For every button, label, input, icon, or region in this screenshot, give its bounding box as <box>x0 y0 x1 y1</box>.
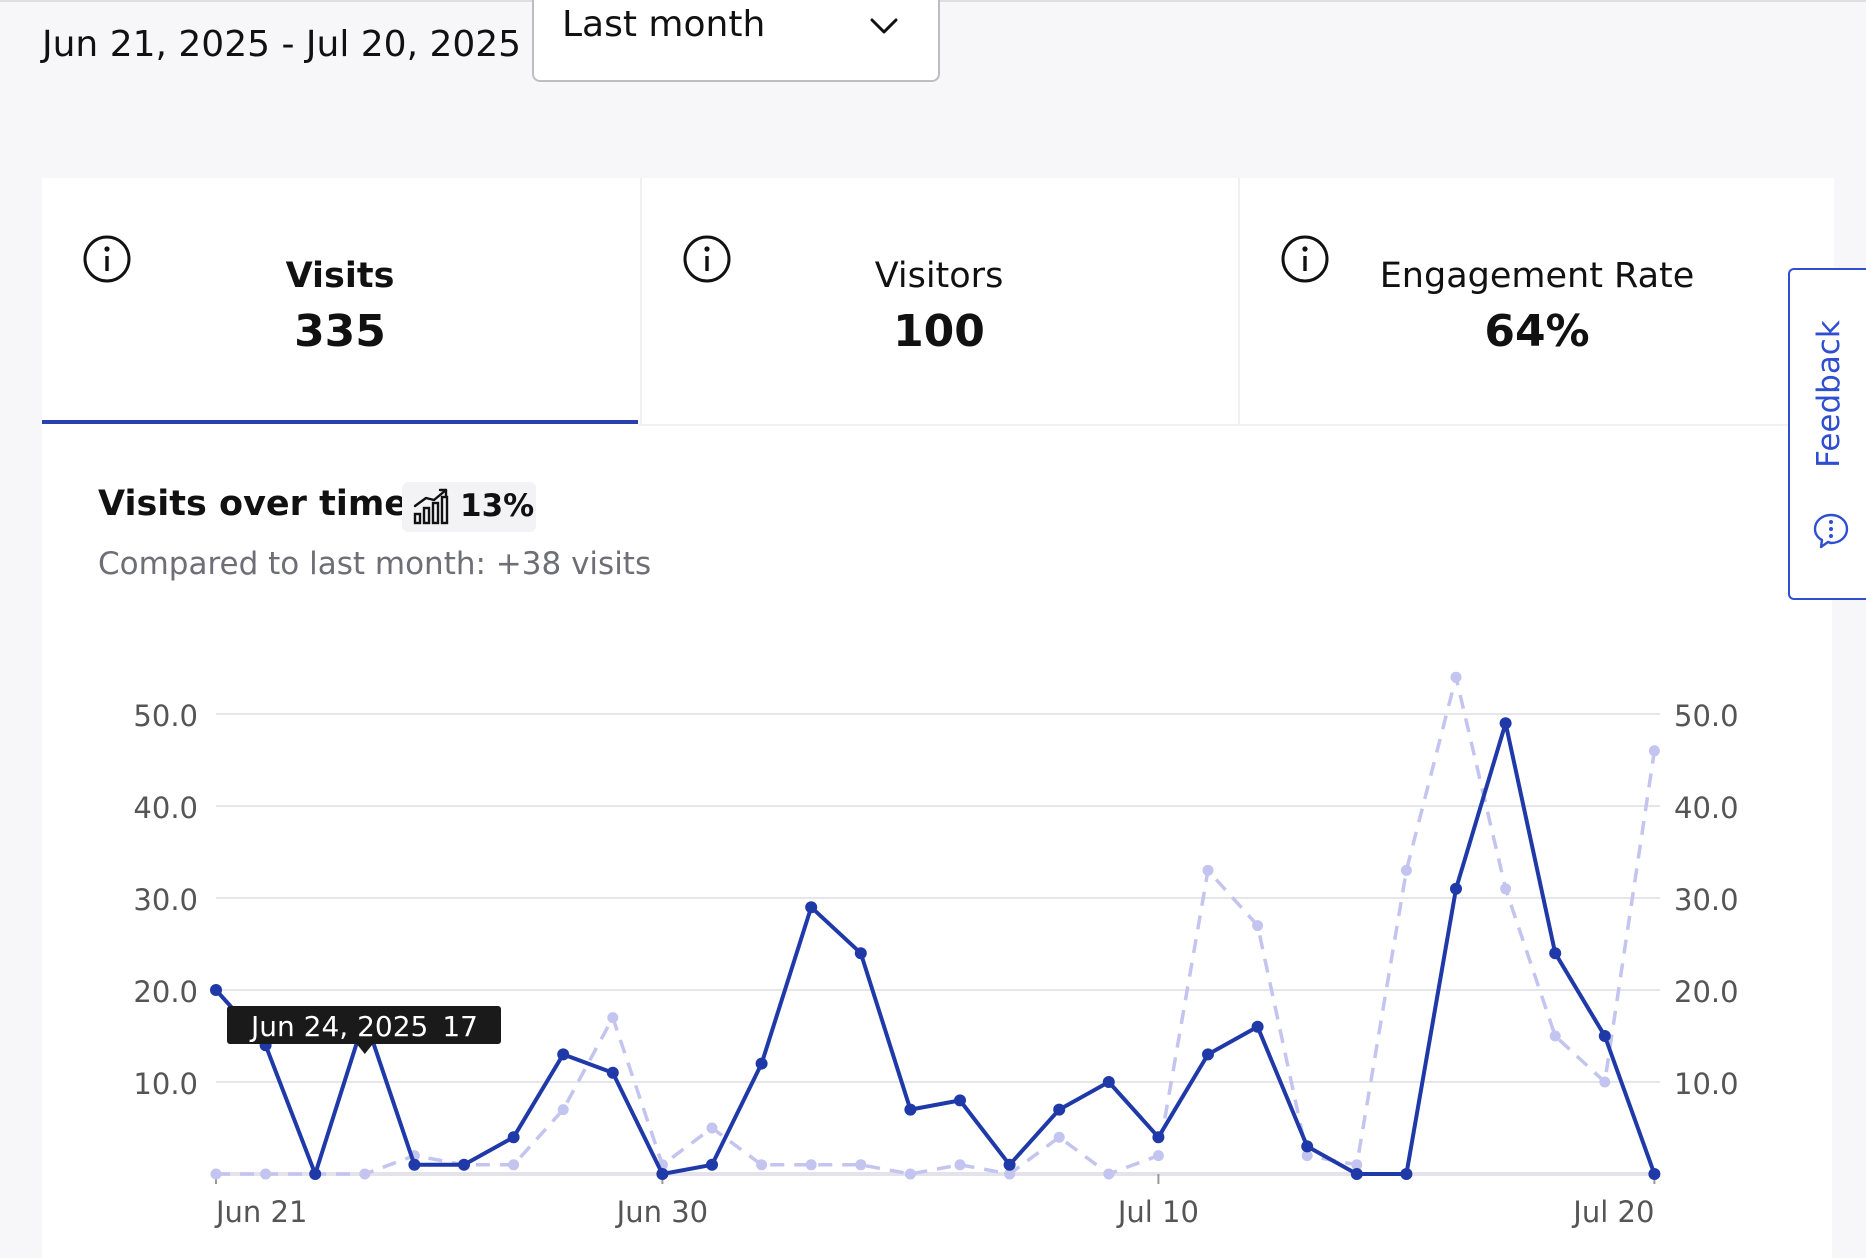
current-period-point <box>458 1158 470 1171</box>
previous-period-point <box>855 1159 867 1171</box>
current-period-point <box>1499 717 1512 730</box>
current-period-point <box>904 1103 917 1116</box>
current-period-point <box>805 901 818 914</box>
previous-period-point <box>1648 745 1660 757</box>
previous-period-point <box>805 1159 817 1171</box>
chevron-down-icon <box>870 18 898 34</box>
previous-period-point <box>756 1159 768 1171</box>
x-tick-label: Jul 20 <box>1571 1195 1654 1229</box>
previous-period-point <box>1103 1168 1115 1180</box>
current-period-point <box>309 1168 322 1180</box>
period-select-value: Last month <box>562 4 766 45</box>
x-tick-label: Jun 30 <box>615 1195 708 1229</box>
feedback-label: Feedback <box>1811 320 1847 468</box>
x-tick-label: Jul 10 <box>1116 1195 1199 1229</box>
previous-period-point <box>1500 883 1512 895</box>
current-period-point <box>408 1158 421 1171</box>
current-period-point <box>1549 947 1562 960</box>
y-tick-label-right: 50.0 <box>1674 699 1739 733</box>
previous-period-point <box>954 1159 966 1171</box>
chat-bubble-icon <box>1813 513 1849 549</box>
tooltip-value: 17 <box>442 1010 478 1043</box>
previous-period-point <box>260 1168 272 1180</box>
previous-period-point <box>1450 671 1462 683</box>
current-period-point <box>1251 1020 1264 1033</box>
y-tick-label-left: 20.0 <box>133 975 198 1009</box>
current-period-point <box>1301 1140 1314 1153</box>
analytics-card: Visits 335 Visitors 100 Engagement Rate … <box>42 178 1834 1258</box>
tooltip-date: Jun 24, 2025 <box>249 1010 428 1043</box>
current-period-point <box>1450 882 1462 895</box>
current-period-point <box>557 1048 570 1061</box>
previous-period-point <box>1202 864 1214 876</box>
current-period-point <box>1598 1030 1611 1042</box>
feedback-button[interactable]: Feedback <box>1788 268 1866 600</box>
previous-period-point <box>1152 1150 1164 1162</box>
current-period-point <box>755 1057 768 1070</box>
visits-line-chart: 10.0 10.0 20.0 20.0 30.0 30.0 40.0 40.0 50.0 50.0… <box>133 671 1739 1229</box>
previous-period-point <box>607 1012 619 1024</box>
current-period-point <box>1053 1103 1066 1116</box>
y-tick-label-left: 30.0 <box>133 883 198 917</box>
period-select[interactable]: Last month <box>532 0 940 82</box>
current-period-point <box>706 1158 718 1171</box>
previous-period-point <box>359 1168 371 1180</box>
previous-period-point <box>904 1168 916 1180</box>
y-tick-label-left: 40.0 <box>133 791 198 825</box>
previous-period-point <box>508 1159 520 1171</box>
y-tick-label-right: 30.0 <box>1674 883 1739 917</box>
current-period-point <box>854 947 867 960</box>
previous-period-point <box>1400 864 1412 876</box>
tooltip-pointer <box>356 1044 373 1054</box>
current-period-point <box>954 1094 966 1107</box>
current-period-point <box>1102 1076 1115 1088</box>
current-period-point <box>1202 1048 1214 1061</box>
y-tick-label-right: 10.0 <box>1674 1067 1739 1101</box>
previous-period-point <box>1252 920 1264 932</box>
y-tick-label-right: 40.0 <box>1674 791 1739 825</box>
previous-period-point <box>1599 1076 1611 1088</box>
y-tick-label-left: 50.0 <box>133 699 198 733</box>
date-range-label: Jun 21, 2025 - Jul 20, 2025 <box>42 24 522 65</box>
previous-period-point <box>1549 1030 1561 1042</box>
previous-period-point <box>557 1104 569 1116</box>
current-period-series-line <box>214 721 1657 1176</box>
current-period-point <box>1350 1168 1363 1180</box>
previous-period-point <box>1053 1131 1065 1143</box>
y-tick-label-right: 20.0 <box>1674 975 1739 1009</box>
x-tick-label: Jun 21 <box>214 1195 307 1229</box>
previous-period-point <box>210 1168 222 1180</box>
current-period-point <box>1400 1168 1413 1180</box>
current-period-point <box>1648 1168 1661 1180</box>
previous-period-series-line <box>216 675 1657 1176</box>
current-period-point <box>606 1066 619 1079</box>
current-period-point <box>1003 1158 1016 1171</box>
y-tick-label-left: 10.0 <box>133 1067 198 1101</box>
current-period-point <box>1152 1131 1165 1144</box>
previous-period-point <box>706 1122 718 1134</box>
current-period-point <box>656 1168 669 1180</box>
current-period-point <box>210 984 222 996</box>
current-period-point <box>507 1131 520 1144</box>
